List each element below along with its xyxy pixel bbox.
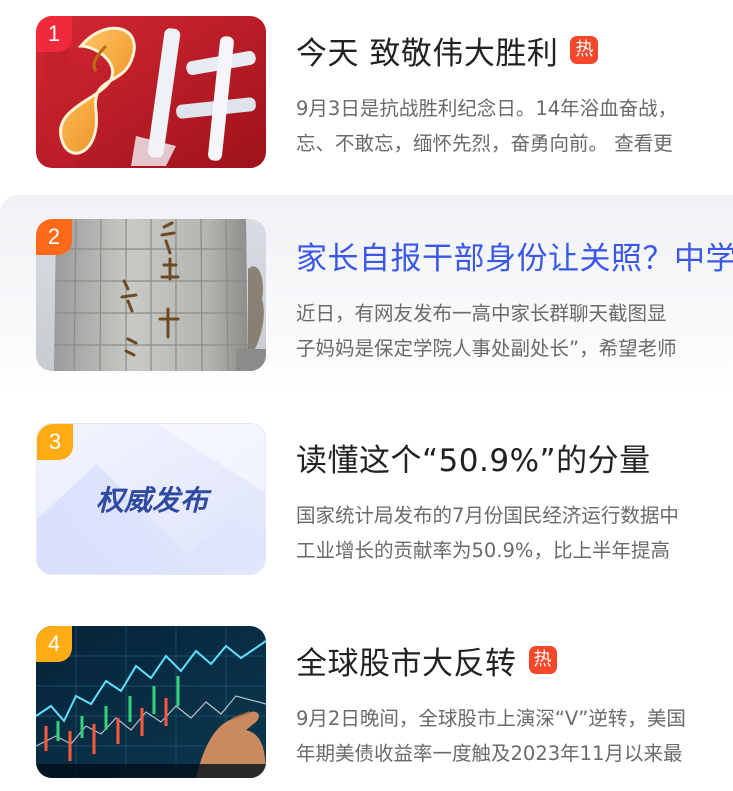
news-thumbnail-4[interactable]: 4	[36, 626, 266, 778]
news-summary-4-line-1: 9月2日晚间，全球股市上演深“V”逆转，美国	[296, 707, 686, 730]
news-title-row-3: 读懂这个“50.9%”的分量	[296, 431, 651, 483]
news-summary-3: 国家统计局发布的7月份国民经济运行数据中 工业增长的贡献率为50.9%，比上半年…	[296, 498, 733, 568]
news-summary-3-line-1: 国家统计局发布的7月份国民经济运行数据中	[296, 504, 679, 527]
news-summary-3-line-2: 工业增长的贡献率为50.9%，比上半年提高	[296, 539, 670, 562]
news-item-2[interactable]: 2 家长自报干部身份让关照？中学 近日，有网友发布一高中家长群聊天截图显 子妈妈…	[0, 195, 733, 395]
news-title-3[interactable]: 读懂这个“50.9%”的分量	[296, 435, 651, 480]
rank-badge-2: 2	[36, 219, 72, 255]
news-title-1[interactable]: 今天 致敬伟大胜利	[296, 28, 558, 73]
news-summary-4: 9月2日晚间，全球股市上演深“V”逆转，美国 年期美债收益率一度触及2023年1…	[296, 701, 733, 771]
rank-badge-3: 3	[37, 424, 73, 460]
news-thumbnail-1[interactable]: 1	[36, 16, 266, 168]
news-title-4[interactable]: 全球股市大反转	[296, 638, 517, 683]
news-summary-2-line-1: 近日，有网友发布一高中家长群聊天截图显	[296, 302, 667, 325]
news-thumbnail-3[interactable]: 权威发布 3	[36, 423, 266, 575]
rank-badge-4: 4	[36, 626, 72, 662]
news-item-1[interactable]: 1 今天 致敬伟大胜利 热 9月3日是抗战胜利纪念日。14年浴血奋战， 忘、不敢…	[0, 0, 733, 196]
news-summary-2: 近日，有网友发布一高中家长群聊天截图显 子妈妈是保定学院人事处副处长”，希望老师	[296, 296, 733, 366]
hot-badge-1: 热	[570, 36, 599, 64]
news-thumbnail-2[interactable]: 2	[36, 219, 266, 371]
hot-badge-4: 热	[528, 646, 557, 674]
rank-badge-1: 1	[36, 16, 72, 52]
news-item-3[interactable]: 权威发布 3 读懂这个“50.9%”的分量 国家统计局发布的7月份国民经济运行数…	[0, 407, 733, 603]
news-title-2[interactable]: 家长自报干部身份让关照？中学	[296, 233, 733, 278]
news-title-row-1: 今天 致敬伟大胜利 热	[296, 24, 599, 76]
news-item-4[interactable]: 4 全球股市大反转 热 9月2日晚间，全球股市上演深“V”逆转，美国 年期美债收…	[0, 610, 733, 791]
hot-news-list: 1 今天 致敬伟大胜利 热 9月3日是抗战胜利纪念日。14年浴血奋战， 忘、不敢…	[0, 0, 733, 791]
news-title-row-4: 全球股市大反转 热	[296, 634, 557, 686]
news-summary-1-line-1: 9月3日是抗战胜利纪念日。14年浴血奋战，	[296, 97, 678, 120]
thumbnail-3-caption: 权威发布	[96, 484, 212, 517]
news-title-row-2: 家长自报干部身份让关照？中学	[296, 229, 733, 281]
news-summary-4-line-2: 年期美债收益率一度触及2023年11月以来最	[296, 742, 683, 765]
news-summary-2-line-2: 子妈妈是保定学院人事处副处长”，希望老师	[296, 337, 677, 360]
news-summary-1-line-2: 忘、不敢忘，缅怀先烈，奋勇向前。 查看更	[296, 132, 673, 155]
news-summary-1: 9月3日是抗战胜利纪念日。14年浴血奋战， 忘、不敢忘，缅怀先烈，奋勇向前。 查…	[296, 91, 733, 161]
